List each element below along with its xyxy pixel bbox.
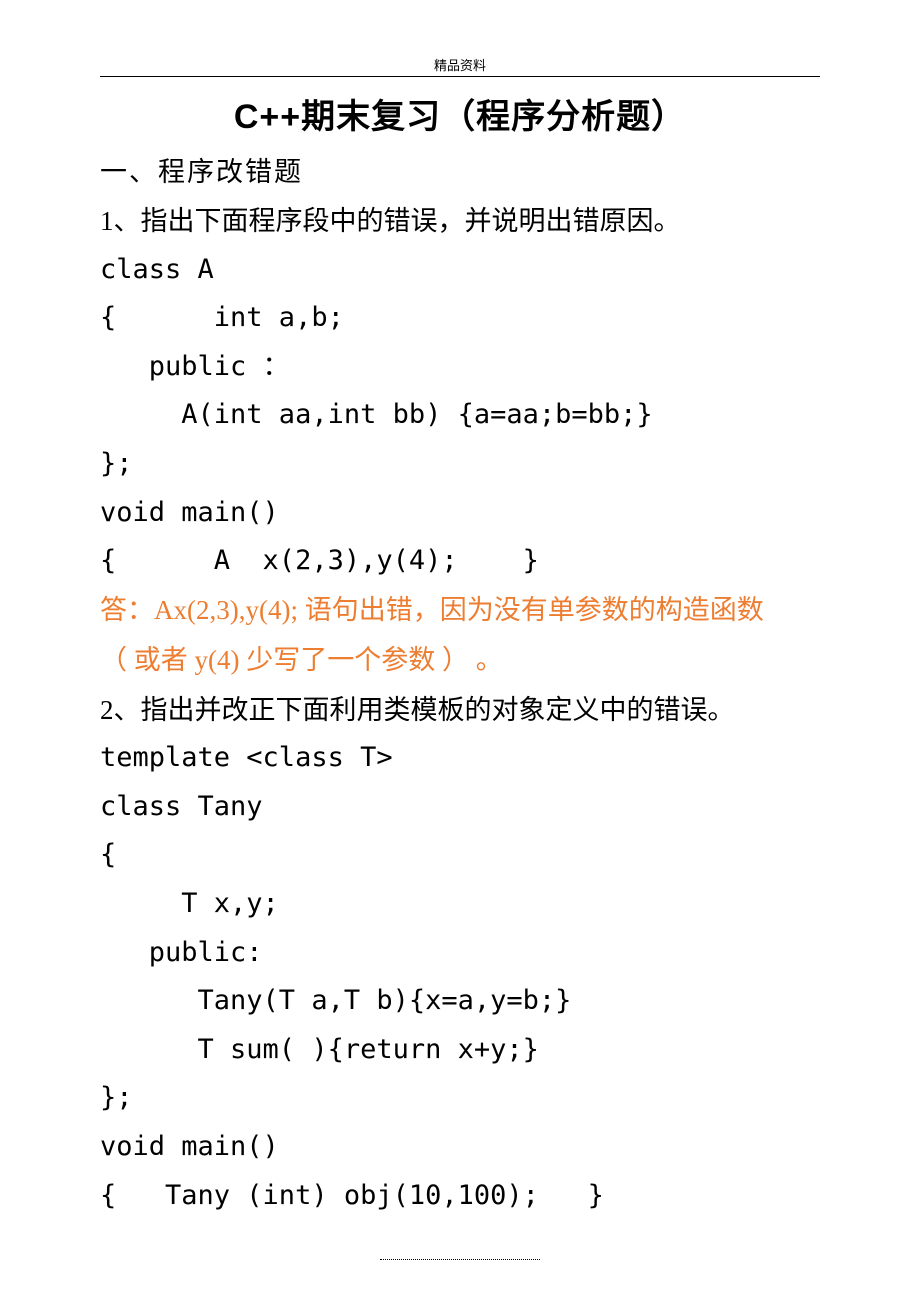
q2-code-line: }; (100, 1074, 820, 1123)
q1-code-line: { A x(2,3),y(4); } (100, 537, 820, 586)
q2-code-line: template <class T> (100, 734, 820, 783)
page-content: 精品资料 C++期末复习（程序分析题） 一、程序改错题 1、指出下面程序段中的错… (0, 0, 920, 1220)
q1-code-line: class A (100, 246, 820, 295)
q1-code-line: { int a,b; (100, 294, 820, 343)
q2-code-line: T sum( ){return x+y;} (100, 1026, 820, 1075)
q1-code-line: }; (100, 440, 820, 489)
q2-code-line: class Tany (100, 783, 820, 832)
q2-code-line: Tany(T a,T b){x=a,y=b;} (100, 977, 820, 1026)
q1-answer: 答：Ax(2,3),y(4); 语句出错，因为没有单参数的构造函数 （ 或者 y… (100, 586, 820, 686)
q2-code-line: T x,y; (100, 880, 820, 929)
q2-code-line: { Tany (int) obj(10,100); } (100, 1172, 820, 1221)
section-heading: 一、程序改错题 (100, 150, 820, 189)
q2-code-line: { (100, 831, 820, 880)
q1-code-line: public ： (100, 343, 820, 392)
header-divider (100, 76, 820, 77)
q1-answer-line: （ 或者 y(4) 少写了一个参数 ） 。 (100, 636, 820, 686)
document-title: C++期末复习（程序分析题） (100, 89, 820, 138)
q1-code-line: void main() (100, 489, 820, 538)
q2-prompt: 2、指出并改正下面利用类模板的对象定义中的错误。 (100, 686, 820, 735)
question-2: 2、指出并改正下面利用类模板的对象定义中的错误。 template <class… (100, 686, 820, 1221)
q1-prompt: 1、指出下面程序段中的错误，并说明出错原因。 (100, 197, 820, 246)
q1-code-line: A(int aa,int bb) {a=aa;b=bb;} (100, 391, 820, 440)
q2-code-line: public: (100, 929, 820, 978)
header-label: 精品资料 (100, 55, 820, 74)
footer-divider (380, 1259, 540, 1260)
q1-answer-line: 答：Ax(2,3),y(4); 语句出错，因为没有单参数的构造函数 (100, 586, 820, 636)
q2-code-line: void main() (100, 1123, 820, 1172)
question-1: 1、指出下面程序段中的错误，并说明出错原因。 class A { int a,b… (100, 197, 820, 686)
